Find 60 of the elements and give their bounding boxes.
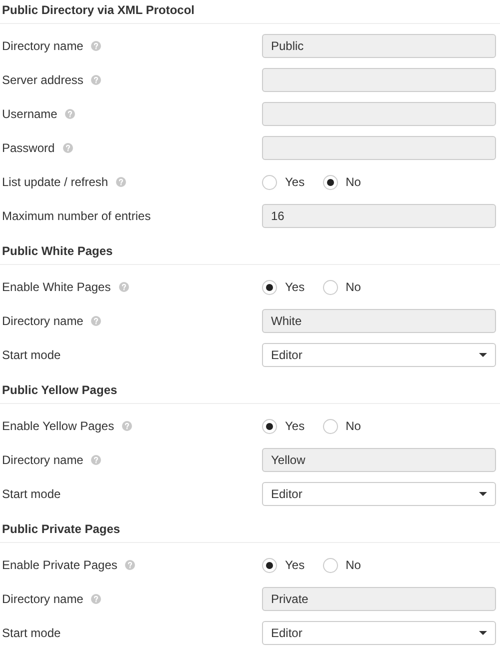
caret-icon <box>479 353 487 357</box>
radio-label[interactable]: No <box>346 175 361 189</box>
radio-button[interactable] <box>262 558 277 572</box>
dropdown[interactable]: Editor <box>262 343 496 367</box>
input-field[interactable] <box>262 102 496 126</box>
field-label: Directory name <box>2 453 84 467</box>
input-field[interactable]: Yellow <box>262 448 496 472</box>
help-icon[interactable] <box>91 455 102 465</box>
radio-button[interactable] <box>262 174 277 190</box>
radio-label[interactable]: No <box>346 419 361 433</box>
help-icon[interactable] <box>122 421 132 431</box>
radio-label[interactable]: Yes <box>285 175 305 189</box>
help-icon[interactable] <box>91 41 102 51</box>
field-label: Enable Private Pages <box>2 558 118 572</box>
field-label: Directory name <box>2 314 84 328</box>
radio-label[interactable]: No <box>346 558 361 572</box>
radio-button[interactable] <box>322 280 338 294</box>
caret-icon <box>479 492 487 496</box>
dropdown[interactable]: Editor <box>262 482 496 506</box>
help-icon[interactable] <box>91 75 102 85</box>
field-label: Password <box>2 141 55 155</box>
input-field[interactable]: White <box>262 309 496 333</box>
input-field[interactable]: Private <box>262 587 496 611</box>
field-label: Server address <box>2 73 84 87</box>
help-icon[interactable] <box>91 594 102 604</box>
help-icon[interactable] <box>65 109 76 119</box>
field-label: Start mode <box>2 626 61 640</box>
section-heading: Public Yellow Pages <box>0 372 500 404</box>
help-icon[interactable] <box>62 143 73 153</box>
field-label: Maximum number of entries <box>2 209 151 223</box>
field-label: Start mode <box>2 348 61 362</box>
dropdown[interactable]: Editor <box>262 621 496 645</box>
field-label: Directory name <box>2 592 84 606</box>
input-field[interactable]: 16 <box>262 204 496 228</box>
section-heading: Public White Pages <box>0 233 500 265</box>
field-label: Directory name <box>2 39 84 53</box>
input-field[interactable] <box>262 136 496 160</box>
help-icon[interactable] <box>118 282 129 292</box>
radio-button[interactable] <box>322 174 338 190</box>
help-icon[interactable] <box>116 177 126 187</box>
input-field[interactable]: Public <box>262 34 496 58</box>
section-heading: Public Directory via XML Protocol <box>0 0 500 24</box>
radio-button[interactable] <box>262 418 277 434</box>
caret-icon <box>479 631 487 635</box>
field-label: List update / refresh <box>2 175 108 189</box>
field-label: Username <box>2 107 58 121</box>
radio-label[interactable]: Yes <box>285 419 305 433</box>
field-label: Start mode <box>2 487 61 501</box>
section-heading: Public Private Pages <box>0 511 500 543</box>
radio-button[interactable] <box>322 558 338 572</box>
radio-button[interactable] <box>322 418 338 434</box>
radio-label[interactable]: No <box>346 280 361 294</box>
radio-label[interactable]: Yes <box>285 280 305 294</box>
field-label: Enable Yellow Pages <box>2 419 114 433</box>
field-label: Enable White Pages <box>2 280 111 294</box>
help-icon[interactable] <box>91 316 102 326</box>
input-field[interactable] <box>262 68 496 92</box>
help-icon[interactable] <box>125 560 136 570</box>
radio-label[interactable]: Yes <box>285 558 305 572</box>
radio-button[interactable] <box>262 280 277 294</box>
